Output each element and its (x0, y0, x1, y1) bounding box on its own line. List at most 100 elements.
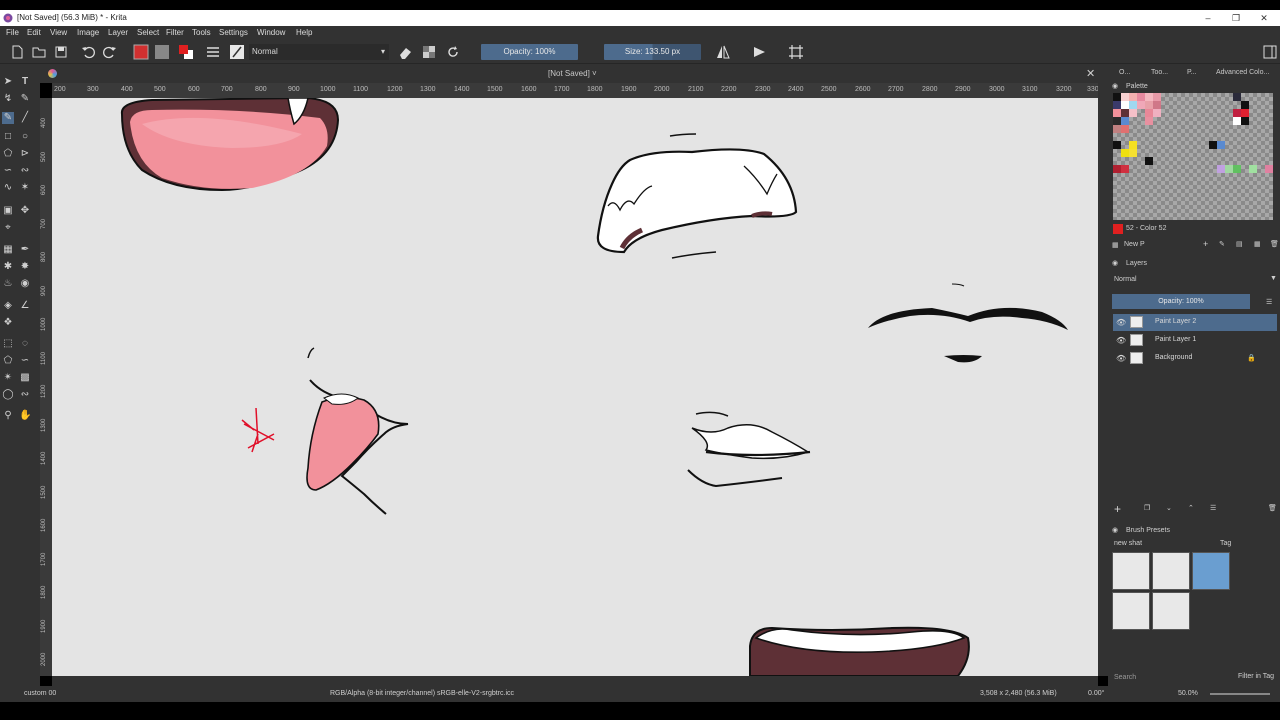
menu-window[interactable]: Window (257, 28, 285, 37)
move-layer-down-icon[interactable]: ⌄ (1166, 504, 1172, 512)
workspace-icon[interactable] (1262, 44, 1278, 60)
swatch[interactable] (1249, 165, 1257, 173)
swatch[interactable] (1233, 109, 1241, 117)
edit-shapes-icon[interactable]: ↯ (2, 93, 14, 105)
swatch[interactable] (1241, 117, 1249, 125)
swatch[interactable] (1113, 117, 1121, 125)
palette-grid-toggle-icon[interactable]: ▦ (1254, 240, 1261, 248)
swatch[interactable] (1153, 109, 1161, 117)
layer-opacity-field[interactable]: Opacity: 100% (1112, 294, 1250, 309)
brush-preset-pencil[interactable] (1152, 552, 1190, 590)
menu-settings[interactable]: Settings (219, 28, 248, 37)
menu-file[interactable]: File (6, 28, 19, 37)
crop-tool-icon[interactable]: ⌖ (2, 222, 14, 234)
colorize-mask-icon[interactable]: ✸ (19, 261, 31, 273)
tag-button[interactable]: Tag (1220, 540, 1231, 547)
calligraphy-icon[interactable]: ✎ (19, 93, 31, 105)
reload-preset-icon[interactable] (445, 44, 461, 60)
zoom-tool-icon[interactable]: ⚲ (2, 410, 14, 422)
swatch[interactable] (1137, 101, 1145, 109)
tab-tool-options[interactable]: Too... (1151, 69, 1168, 76)
swatch[interactable] (1121, 101, 1129, 109)
undo-icon[interactable] (80, 44, 96, 60)
rectangle-tool-icon[interactable]: □ (2, 131, 14, 143)
swatch[interactable] (1241, 101, 1249, 109)
brush-search-input[interactable]: Search (1114, 674, 1136, 681)
menu-tools[interactable]: Tools (192, 28, 211, 37)
edit-palette-icon[interactable]: ✎ (1219, 240, 1225, 248)
restore-icon[interactable]: ❐ (1222, 11, 1250, 25)
magnetic-select-icon[interactable]: ∾ (19, 389, 31, 401)
multibrush-icon[interactable]: ✶ (19, 182, 31, 194)
polygon-tool-icon[interactable]: ⬠ (2, 148, 14, 160)
opacity-field[interactable]: Opacity: 100% (481, 44, 578, 60)
fill-tool-icon[interactable]: ♨ (2, 278, 14, 290)
swatch[interactable] (1129, 93, 1137, 101)
pattern-icon[interactable] (154, 44, 170, 60)
polyline-tool-icon[interactable]: ⊳ (19, 148, 31, 160)
fg-bg-color-icon[interactable] (178, 44, 194, 60)
swatch[interactable] (1265, 165, 1273, 173)
smart-patch-icon[interactable]: ✱ (2, 261, 14, 273)
ellipse-select-icon[interactable]: ◌ (19, 338, 31, 350)
select-shapes-icon[interactable]: ➤ (2, 76, 14, 88)
drawing-canvas[interactable] (52, 98, 1098, 676)
visibility-eye-icon[interactable]: 👁 (1116, 336, 1126, 345)
swatch[interactable] (1137, 93, 1145, 101)
menu-image[interactable]: Image (77, 28, 99, 37)
document-tab-title[interactable]: [Not Saved] ˅ (548, 69, 597, 78)
wrap-around-icon[interactable] (788, 44, 804, 60)
save-palette-icon[interactable]: ▤ (1236, 240, 1243, 248)
redo-icon[interactable] (102, 44, 118, 60)
save-icon[interactable] (53, 44, 69, 60)
rect-select-icon[interactable]: ⬚ (2, 338, 14, 350)
polygon-select-icon[interactable]: ⬠ (2, 355, 14, 367)
menu-select[interactable]: Select (137, 28, 159, 37)
add-swatch-icon[interactable]: + (1203, 239, 1208, 249)
color-picker-icon[interactable]: ✒ (19, 244, 31, 256)
move-layer-up-icon[interactable]: ⌃ (1188, 504, 1194, 512)
delete-layer-icon[interactable]: 🗑 (1268, 504, 1277, 512)
swatch[interactable] (1225, 165, 1233, 173)
move-tool-icon[interactable]: ✥ (19, 205, 31, 217)
palette-swatches[interactable] (1113, 93, 1273, 220)
similar-select-icon[interactable]: ▩ (19, 372, 31, 384)
layer-row-background[interactable]: 👁 Background 🔒 (1113, 350, 1277, 367)
filter-icon[interactable]: ▼ (1270, 275, 1277, 282)
swatch[interactable] (1113, 109, 1121, 117)
swatch[interactable] (1145, 101, 1153, 109)
swatch[interactable] (1121, 165, 1129, 173)
add-layer-icon[interactable]: + (1114, 502, 1121, 516)
swatch[interactable] (1145, 117, 1153, 125)
vertical-scrollbar[interactable] (1098, 83, 1108, 676)
new-document-icon[interactable] (9, 44, 25, 60)
status-brush-name[interactable]: custom 00 (24, 690, 56, 697)
tab-overview[interactable]: O... (1119, 69, 1130, 76)
swatch[interactable] (1129, 101, 1137, 109)
swatch[interactable] (1113, 101, 1121, 109)
swatch[interactable] (1153, 101, 1161, 109)
freehand-brush-icon[interactable]: ✎ (2, 112, 14, 124)
swatch[interactable] (1113, 165, 1121, 173)
menu-edit[interactable]: Edit (27, 28, 41, 37)
line-tool-icon[interactable]: ╱ (19, 112, 31, 124)
gradient-icon[interactable] (133, 44, 149, 60)
pattern-edit-icon[interactable]: ◉ (19, 278, 31, 290)
visibility-eye-icon[interactable]: 👁 (1116, 354, 1126, 363)
swatch[interactable] (1209, 141, 1217, 149)
assistant-tool-icon[interactable]: ◈ (2, 300, 14, 312)
contiguous-select-icon[interactable]: ✴ (2, 372, 14, 384)
new-palette-label[interactable]: New P (1124, 241, 1145, 248)
swatch[interactable] (1129, 109, 1137, 117)
pan-tool-icon[interactable]: ✋ (19, 410, 31, 422)
filter-in-tag-checkbox[interactable]: Filter in Tag (1238, 673, 1274, 680)
bezier-select-icon[interactable]: ◯ (2, 389, 14, 401)
layer-blend-mode[interactable]: Normal (1114, 276, 1137, 283)
swatch[interactable] (1241, 109, 1249, 117)
mirror-horizontal-icon[interactable] (715, 44, 731, 60)
swatch[interactable] (1129, 141, 1137, 149)
ellipse-tool-icon[interactable]: ○ (19, 131, 31, 143)
menu-filter[interactable]: Filter (166, 28, 184, 37)
swatch[interactable] (1121, 125, 1129, 133)
horizontal-scrollbar[interactable] (52, 676, 1098, 686)
